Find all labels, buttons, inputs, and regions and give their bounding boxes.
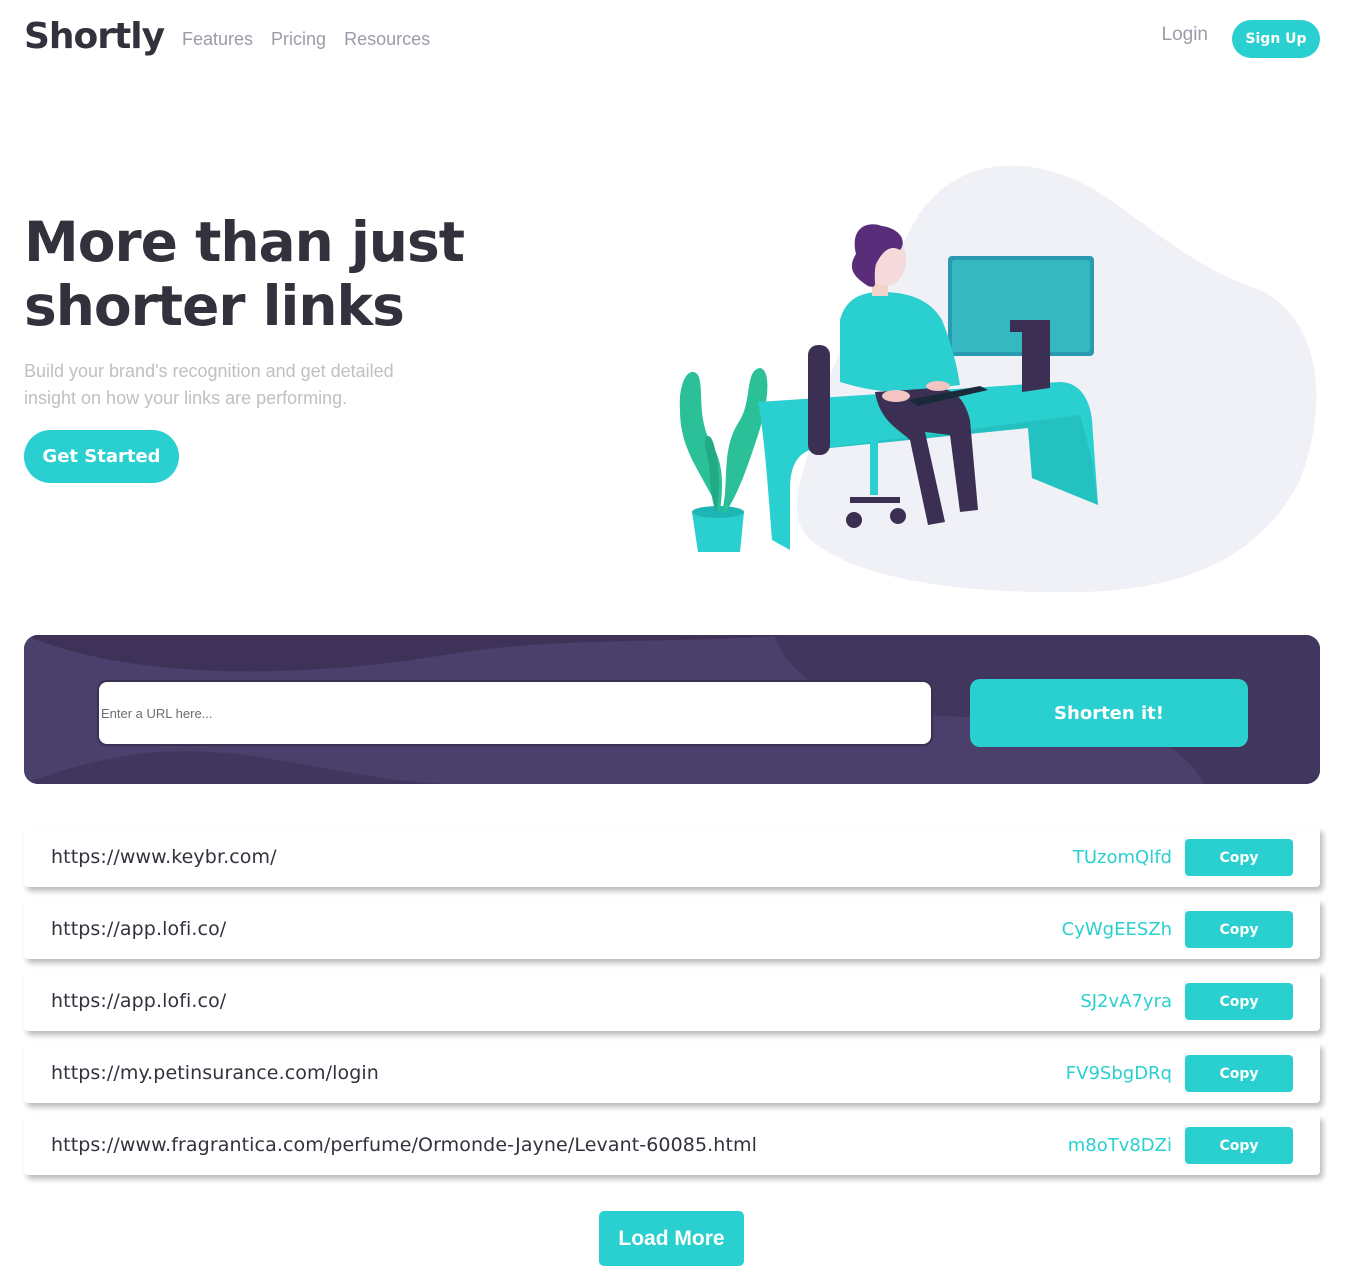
copy-button[interactable]: Copy <box>1185 1127 1293 1164</box>
nav-features[interactable]: Features <box>182 29 253 50</box>
short-code[interactable]: TUzomQlfd <box>1073 847 1172 868</box>
hero-title: More than just shorter links <box>24 210 504 338</box>
link-row: https://www.keybr.com/ TUzomQlfd Copy <box>24 827 1320 887</box>
hero-title-line2: shorter links <box>24 274 405 338</box>
hero-subtitle-line1: Build your brand's recognition and get d… <box>24 361 394 381</box>
nav-pricing[interactable]: Pricing <box>271 29 326 50</box>
link-row: https://www.fragrantica.com/perfume/Ormo… <box>24 1115 1320 1175</box>
hero-subtitle: Build your brand's recognition and get d… <box>24 358 464 412</box>
signup-button[interactable]: Sign Up <box>1232 20 1320 58</box>
shorten-panel: Shorten it! <box>24 635 1320 784</box>
short-code[interactable]: SJ2vA7yra <box>1080 991 1172 1012</box>
logo[interactable]: Shortly <box>24 16 165 57</box>
original-url: https://app.lofi.co/ <box>51 918 227 940</box>
main-nav: Features Pricing Resources <box>182 29 430 50</box>
original-url: https://app.lofi.co/ <box>51 990 227 1012</box>
working-illustration <box>660 160 1330 600</box>
hero-title-line1: More than just <box>24 210 465 274</box>
link-row: https://app.lofi.co/ CyWgEESZh Copy <box>24 899 1320 959</box>
short-code[interactable]: FV9SbgDRq <box>1066 1063 1172 1084</box>
link-row: https://my.petinsurance.com/login FV9Sbg… <box>24 1043 1320 1103</box>
short-code[interactable]: CyWgEESZh <box>1062 919 1172 940</box>
shortened-links-list: https://www.keybr.com/ TUzomQlfd Copy ht… <box>24 827 1320 1187</box>
short-code[interactable]: m8oTv8DZi <box>1068 1135 1172 1156</box>
hero-subtitle-line2: insight on how your links are performing… <box>24 388 348 408</box>
load-more-button[interactable]: Load More <box>599 1211 744 1266</box>
copy-button[interactable]: Copy <box>1185 839 1293 876</box>
person-working-at-desk-illustration <box>679 165 1317 593</box>
original-url: https://www.keybr.com/ <box>51 846 277 868</box>
url-input[interactable] <box>97 680 933 746</box>
original-url: https://www.fragrantica.com/perfume/Ormo… <box>51 1134 757 1156</box>
link-row: https://app.lofi.co/ SJ2vA7yra Copy <box>24 971 1320 1031</box>
login-link[interactable]: Login <box>1162 24 1209 46</box>
copy-button[interactable]: Copy <box>1185 911 1293 948</box>
copy-button[interactable]: Copy <box>1185 983 1293 1020</box>
site-header: Shortly Features Pricing Resources Login… <box>24 14 1320 64</box>
original-url: https://my.petinsurance.com/login <box>51 1062 379 1084</box>
shorten-button[interactable]: Shorten it! <box>970 679 1248 747</box>
copy-button[interactable]: Copy <box>1185 1055 1293 1092</box>
get-started-button[interactable]: Get Started <box>24 430 179 483</box>
nav-resources[interactable]: Resources <box>344 29 430 50</box>
